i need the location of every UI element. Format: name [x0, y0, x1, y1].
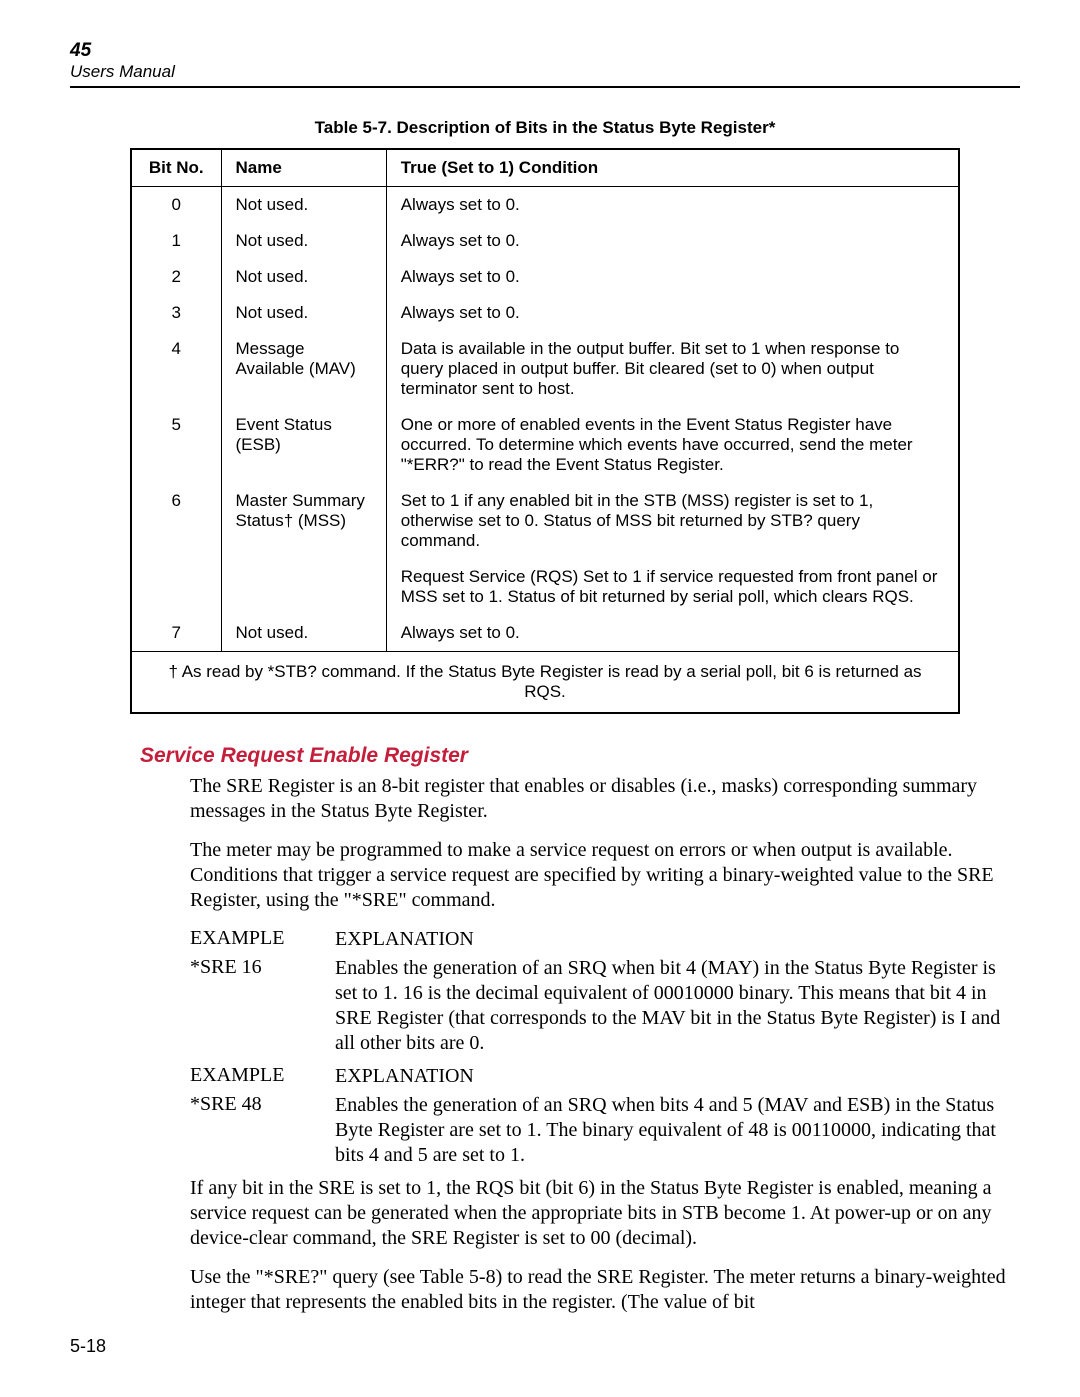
table-cell-name: Not used.: [221, 259, 386, 295]
table-cell-cond: One or more of enabled events in the Eve…: [386, 407, 959, 483]
table-cell-name: Message Available (MAV): [221, 331, 386, 407]
table-cell-bit: 3: [131, 295, 221, 331]
table-cell-bit: 1: [131, 223, 221, 259]
table-cell-bit: 0: [131, 187, 221, 224]
table-row: 2Not used.Always set to 0.: [131, 259, 959, 295]
col-header-bitno: Bit No.: [131, 149, 221, 187]
table-row: 7Not used.Always set to 0.: [131, 615, 959, 652]
example-command: *SRE 48: [190, 1093, 335, 1168]
example-header-left: EXAMPLE: [190, 1064, 335, 1089]
table-row: 0Not used.Always set to 0.: [131, 187, 959, 224]
example-block-2: EXAMPLE EXPLANATION *SRE 48 Enables the …: [190, 1064, 1020, 1168]
table-header-row: Bit No. Name True (Set to 1) Condition: [131, 149, 959, 187]
paragraph: If any bit in the SRE is set to 1, the R…: [190, 1176, 1020, 1251]
table-cell-cond: Always set to 0.: [386, 187, 959, 224]
table-cell-name: Not used.: [221, 295, 386, 331]
table-cell-cond: Always set to 0.: [386, 295, 959, 331]
example-block-1: EXAMPLE EXPLANATION *SRE 16 Enables the …: [190, 927, 1020, 1056]
table-cell-bit: 7: [131, 615, 221, 652]
table-row: 6Master Summary Status† (MSS)Set to 1 if…: [131, 483, 959, 559]
table-cell-cond: Request Service (RQS) Set to 1 if servic…: [386, 559, 959, 615]
page-header: 45 Users Manual: [70, 40, 1020, 88]
table-row: 5Event Status (ESB)One or more of enable…: [131, 407, 959, 483]
table-row: 1Not used.Always set to 0.: [131, 223, 959, 259]
table-cell-bit: 5: [131, 407, 221, 483]
example-desc: Enables the generation of an SRQ when bi…: [335, 956, 1020, 1056]
section-heading: Service Request Enable Register: [140, 744, 1020, 768]
paragraph: The meter may be programmed to make a se…: [190, 838, 1020, 913]
table-cell-cond: Always set to 0.: [386, 259, 959, 295]
table-cell-name: Not used.: [221, 187, 386, 224]
table-cell-cond: Set to 1 if any enabled bit in the STB (…: [386, 483, 959, 559]
col-header-name: Name: [221, 149, 386, 187]
example-header-right: EXPLANATION: [335, 1064, 1020, 1089]
manual-title: Users Manual: [70, 62, 1020, 82]
table-cell-bit: 2: [131, 259, 221, 295]
table-cell-bit: [131, 559, 221, 615]
table-footnote: † As read by *STB? command. If the Statu…: [131, 652, 959, 714]
status-byte-table: Bit No. Name True (Set to 1) Condition 0…: [130, 148, 960, 714]
example-command: *SRE 16: [190, 956, 335, 1056]
table-cell-cond: Always set to 0.: [386, 615, 959, 652]
table-caption: Table 5-7. Description of Bits in the St…: [70, 118, 1020, 138]
paragraph: Use the "*SRE?" query (see Table 5-8) to…: [190, 1265, 1020, 1315]
table-cell-name: Not used.: [221, 223, 386, 259]
table-cell-bit: 4: [131, 331, 221, 407]
footer-page-number: 5-18: [70, 1336, 106, 1357]
page-number: 45: [70, 40, 1020, 62]
table-cell-cond: Data is available in the output buffer. …: [386, 331, 959, 407]
paragraph: The SRE Register is an 8-bit register th…: [190, 774, 1020, 824]
example-header-left: EXAMPLE: [190, 927, 335, 952]
example-header-right: EXPLANATION: [335, 927, 1020, 952]
table-cell-name: Master Summary Status† (MSS): [221, 483, 386, 559]
col-header-cond: True (Set to 1) Condition: [386, 149, 959, 187]
table-cell-cond: Always set to 0.: [386, 223, 959, 259]
table-footnote-row: † As read by *STB? command. If the Statu…: [131, 652, 959, 714]
table-row: 4Message Available (MAV)Data is availabl…: [131, 331, 959, 407]
table-row: 3Not used.Always set to 0.: [131, 295, 959, 331]
example-desc: Enables the generation of an SRQ when bi…: [335, 1093, 1020, 1168]
table-cell-bit: 6: [131, 483, 221, 559]
table-row: Request Service (RQS) Set to 1 if servic…: [131, 559, 959, 615]
table-cell-name: [221, 559, 386, 615]
table-cell-name: Not used.: [221, 615, 386, 652]
table-cell-name: Event Status (ESB): [221, 407, 386, 483]
